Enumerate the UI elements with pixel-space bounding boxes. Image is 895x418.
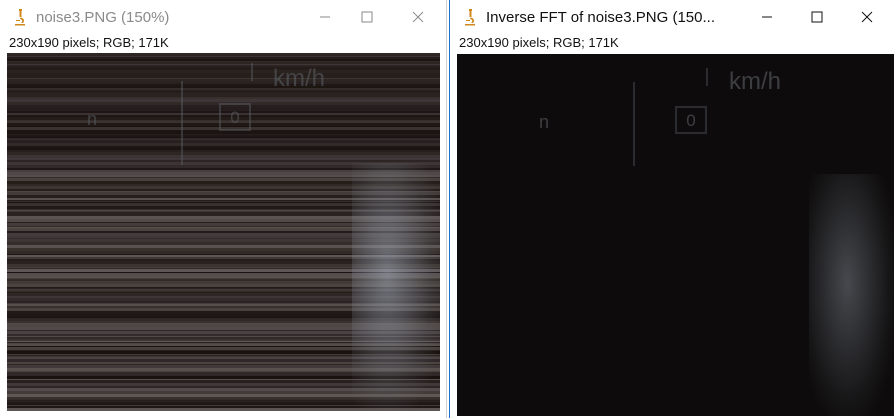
- noise-stripe: [7, 152, 440, 155]
- noise-stripe: [7, 139, 440, 140]
- display-glow: [809, 174, 894, 416]
- noise-stripe: [7, 62, 440, 64]
- maximize-button[interactable]: [794, 0, 840, 34]
- noise-stripe: [7, 149, 440, 150]
- close-icon: [861, 11, 873, 23]
- noise-stripe: [7, 99, 440, 102]
- noise-stripe: [7, 156, 440, 158]
- inverse-fft-window[interactable]: Inverse FFT of noise3.PNG (150... 230x19…: [449, 0, 895, 418]
- noise-stripe: [7, 66, 440, 67]
- image-info: 230x190 pixels; RGB; 171K: [459, 35, 619, 50]
- minimize-button[interactable]: [744, 0, 790, 34]
- noise-image-window[interactable]: noise3.PNG (150%) 230x190 pixels; RGB; 1…: [0, 0, 447, 418]
- noise-stripe: [7, 67, 440, 70]
- noise-stripe: [7, 73, 440, 75]
- noise-stripe: [7, 138, 440, 139]
- left-label: n: [87, 109, 98, 129]
- maximize-icon: [361, 11, 373, 23]
- noise-stripe: [7, 90, 440, 93]
- noise-stripe: [7, 65, 440, 66]
- minimize-icon: [762, 16, 772, 18]
- boxed-digit: 0: [675, 106, 707, 134]
- noise-stripe: [7, 155, 440, 156]
- noise-stripe: [7, 59, 440, 61]
- boxed-digit: 0: [219, 103, 251, 131]
- noise-stripe: [7, 143, 440, 146]
- separator-line: [181, 81, 183, 165]
- left-label: n: [539, 112, 550, 132]
- microscope-icon[interactable]: [12, 8, 28, 26]
- noise-stripe: [7, 97, 440, 98]
- noise-stripe: [7, 57, 440, 59]
- tick-mark: [251, 63, 253, 81]
- noise-stripe: [7, 136, 440, 138]
- unit-label: km/h: [273, 65, 326, 92]
- noise-stripe: [7, 160, 440, 162]
- window-title: noise3.PNG (150%): [36, 9, 170, 26]
- noise-stripe: [7, 79, 440, 82]
- noise-stripe: [7, 134, 440, 135]
- noise-stripe: [7, 132, 440, 134]
- noise-stripe: [7, 146, 440, 148]
- minimize-icon: [320, 16, 330, 18]
- noise-stripe: [7, 56, 440, 57]
- tick-mark: [706, 68, 708, 86]
- noise-stripe: [7, 95, 440, 97]
- noise-stripe: [7, 84, 440, 86]
- noise-stripe: [7, 148, 440, 149]
- noise-stripe: [7, 140, 440, 143]
- noise-stripe: [7, 64, 440, 65]
- noise-stripe: [7, 55, 440, 56]
- noise-stripe: [7, 158, 440, 160]
- noise-stripe: [7, 86, 440, 88]
- minimize-button[interactable]: [302, 0, 348, 34]
- display-glow: [352, 163, 440, 411]
- noise-stripe: [7, 93, 440, 95]
- noise-stripe: [7, 53, 440, 55]
- noise-stripe: [7, 70, 440, 73]
- window-title: Inverse FFT of noise3.PNG (150...: [486, 9, 715, 26]
- close-button[interactable]: [844, 0, 890, 34]
- noise-stripe: [7, 98, 440, 99]
- noise-stripe: [7, 61, 440, 62]
- maximize-button[interactable]: [344, 0, 390, 34]
- image-info: 230x190 pixels; RGB; 171K: [9, 35, 169, 50]
- noise-stripe: [7, 75, 440, 78]
- unit-label: km/h: [729, 68, 782, 95]
- fft-image-canvas[interactable]: n km/h 0: [457, 54, 894, 416]
- noise-stripe: [7, 135, 440, 136]
- noise-stripe: [7, 78, 440, 79]
- noise-stripe: [7, 88, 440, 90]
- maximize-icon: [811, 11, 823, 23]
- noise-stripe: [7, 82, 440, 84]
- close-icon: [412, 11, 424, 23]
- title-bar[interactable]: noise3.PNG (150%): [0, 0, 446, 34]
- title-bar[interactable]: Inverse FFT of noise3.PNG (150...: [450, 0, 895, 34]
- microscope-icon[interactable]: [462, 8, 478, 26]
- noisy-image-canvas[interactable]: n km/h 0: [7, 53, 440, 411]
- separator-line: [633, 82, 635, 166]
- close-button[interactable]: [395, 0, 441, 34]
- noise-stripe: [7, 150, 440, 152]
